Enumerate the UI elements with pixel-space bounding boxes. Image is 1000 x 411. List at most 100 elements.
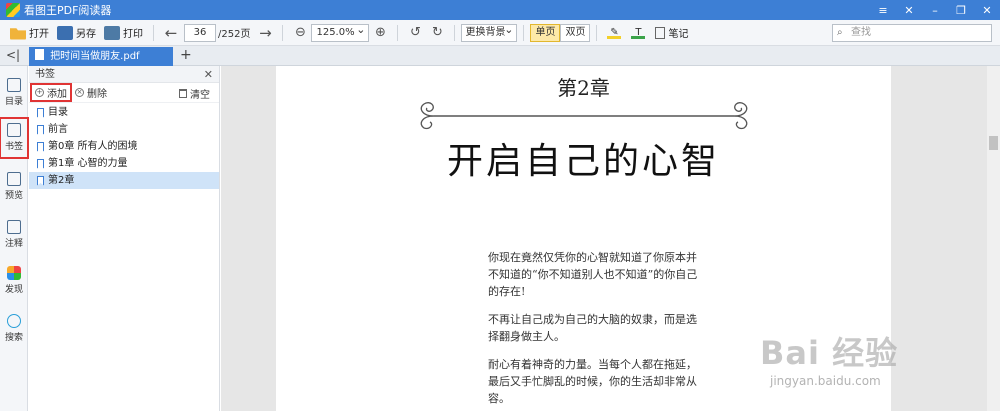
rail-item-annotations[interactable]: 注释 bbox=[0, 220, 28, 249]
prev-page-icon[interactable]: ← bbox=[160, 24, 182, 42]
watermark: Bai 经验 jingyan.baidu.com bbox=[760, 328, 980, 406]
search-icon bbox=[7, 314, 21, 328]
search-input[interactable]: ⌕ 查找 bbox=[832, 24, 992, 42]
panel-title: 书签 bbox=[35, 69, 55, 80]
rail-item-toc[interactable]: 目录 bbox=[0, 78, 28, 107]
vertical-scrollbar[interactable] bbox=[987, 66, 1000, 411]
total-pages: /252页 bbox=[218, 29, 251, 40]
close-icon[interactable]: ✕ bbox=[204, 66, 213, 83]
delete-label: 删除 bbox=[87, 89, 107, 100]
bookmark-icon bbox=[7, 123, 21, 137]
toolbar-divider bbox=[454, 24, 456, 41]
paragraph: 耐心有着神奇的力量。当每个人都在拖延，最后又手忙脚乱的时候，你的生活却非常从容。 bbox=[488, 358, 697, 405]
chapter-heading: 第2章 bbox=[557, 76, 610, 100]
add-bookmark-button[interactable]: + 添加 bbox=[30, 83, 72, 102]
rail-item-search[interactable]: 搜索 bbox=[0, 314, 28, 343]
trash-icon bbox=[179, 88, 187, 98]
plus-icon: + bbox=[35, 88, 44, 97]
rotate-left-icon[interactable]: ↺ bbox=[404, 25, 426, 40]
body-text: 你现在竟然仅凭你的心智就知道了你原本并不知道的“你不知道别人也不知道”的你自己的… bbox=[488, 249, 698, 411]
watermark-logo: Bai 经验 bbox=[760, 334, 899, 372]
open-button[interactable]: 打开 bbox=[6, 22, 53, 44]
bookmark-flag-icon bbox=[37, 124, 44, 135]
bookmark-label: 第2章 bbox=[48, 175, 75, 186]
rail-label: 预览 bbox=[4, 191, 23, 201]
pdf-file-icon bbox=[35, 49, 44, 60]
menu-icon[interactable]: ≡ bbox=[870, 0, 896, 20]
clear-bookmarks-button[interactable]: 清空 bbox=[176, 83, 213, 103]
bookmark-item[interactable]: 前言 bbox=[29, 121, 219, 138]
notes-icon bbox=[655, 26, 666, 39]
discover-icon bbox=[7, 266, 21, 280]
text-color-icon[interactable]: T bbox=[631, 27, 646, 39]
document-tab[interactable]: 把时间当做朋友.pdf bbox=[29, 47, 173, 66]
chapter-title: 开启自己的心智 bbox=[446, 141, 720, 182]
print-label: 打印 bbox=[123, 29, 143, 40]
double-page-button[interactable]: 双页 bbox=[560, 23, 591, 42]
saveas-label: 另存 bbox=[76, 29, 96, 40]
bookmark-flag-icon bbox=[37, 141, 44, 152]
print-button[interactable]: 打印 bbox=[100, 22, 147, 44]
window-controls: ≡ ✕ – ❐ ✕ bbox=[870, 0, 1000, 20]
new-tab-button[interactable]: + bbox=[180, 47, 192, 63]
folder-icon bbox=[10, 28, 26, 40]
rail-label: 书签 bbox=[4, 142, 23, 152]
toolbar-divider bbox=[596, 24, 598, 41]
notes-label: 笔记 bbox=[668, 29, 689, 40]
save-icon bbox=[57, 25, 73, 40]
zoom-select[interactable]: 125.0% bbox=[311, 22, 370, 42]
close-sidebar-icon[interactable]: ✕ bbox=[896, 0, 922, 20]
open-label: 打开 bbox=[29, 29, 49, 40]
bookmark-item[interactable]: 目录 bbox=[29, 104, 219, 121]
toolbar-divider bbox=[523, 24, 525, 41]
minimize-button[interactable]: – bbox=[922, 0, 948, 20]
delete-bookmark-button[interactable]: × 删除 bbox=[72, 83, 110, 103]
bookmark-label: 前言 bbox=[48, 124, 68, 135]
rail-label: 发现 bbox=[4, 285, 23, 295]
rail-item-discover[interactable]: 发现 bbox=[0, 266, 28, 295]
maximize-button[interactable]: ❐ bbox=[948, 0, 974, 20]
clear-label: 清空 bbox=[190, 89, 210, 101]
rail-label: 注释 bbox=[4, 239, 23, 249]
bookmark-item-selected[interactable]: 第2章 bbox=[29, 172, 219, 189]
bookmark-actions: + 添加 × 删除 清空 bbox=[29, 83, 219, 103]
bookmark-item[interactable]: 第0章 所有人的困境 bbox=[29, 138, 219, 155]
search-icon: ⌕ bbox=[837, 27, 843, 38]
toolbar-divider bbox=[153, 24, 154, 41]
bookmark-flag-icon bbox=[37, 107, 44, 118]
close-button[interactable]: ✕ bbox=[974, 0, 1000, 20]
background-select[interactable]: 更换背景 bbox=[461, 22, 518, 42]
document-tab-label: 把时间当做朋友.pdf bbox=[50, 51, 140, 62]
rotate-right-icon[interactable]: ↻ bbox=[426, 25, 448, 40]
view-mode-toggle: 单页 双页 bbox=[530, 23, 591, 42]
zoom-in-icon[interactable]: ⊕ bbox=[369, 25, 391, 40]
next-page-icon[interactable]: → bbox=[254, 24, 276, 42]
bookmark-label: 第1章 心智的力量 bbox=[48, 158, 128, 169]
rail-item-bookmarks[interactable]: 书签 bbox=[0, 117, 29, 159]
printer-icon bbox=[104, 25, 120, 40]
bookmark-item[interactable]: 第1章 心智的力量 bbox=[29, 155, 219, 172]
bookmark-flag-icon bbox=[37, 158, 44, 169]
page-number-input[interactable]: 36 bbox=[184, 23, 216, 42]
bookmark-list: 目录 前言 第0章 所有人的困境 第1章 心智的力量 第2章 bbox=[29, 104, 219, 189]
bookmark-label: 目录 bbox=[48, 107, 68, 118]
highlighter-icon[interactable]: ✎ bbox=[607, 27, 622, 39]
toc-icon bbox=[7, 78, 21, 92]
tab-bar: <| 把时间当做朋友.pdf + bbox=[0, 46, 1000, 66]
bookmark-label: 第0章 所有人的困境 bbox=[48, 141, 138, 152]
notes-button[interactable]: 笔记 bbox=[651, 22, 692, 44]
rail-label: 目录 bbox=[4, 97, 23, 107]
title-bar: 看图王PDF阅读器 ≡ ✕ – ❐ ✕ bbox=[0, 0, 1000, 20]
toolbar: 打开 另存 打印 ← 36 /252页 → ⊖ 125.0% ⊕ ↺ ↻ 更换背… bbox=[0, 20, 1000, 46]
rail-label: 搜索 bbox=[4, 333, 23, 343]
zoom-out-icon[interactable]: ⊖ bbox=[289, 25, 311, 40]
rail-item-preview[interactable]: 预览 bbox=[0, 172, 28, 201]
scrollbar-thumb[interactable] bbox=[989, 136, 998, 150]
app-logo-icon bbox=[6, 3, 20, 17]
app-title: 看图王PDF阅读器 bbox=[24, 4, 112, 17]
ornament-divider-icon bbox=[420, 102, 748, 130]
single-page-button[interactable]: 单页 bbox=[530, 23, 561, 42]
delete-icon: × bbox=[75, 88, 84, 97]
saveas-button[interactable]: 另存 bbox=[53, 22, 100, 44]
collapse-sidebar-button[interactable]: <| bbox=[6, 48, 20, 62]
